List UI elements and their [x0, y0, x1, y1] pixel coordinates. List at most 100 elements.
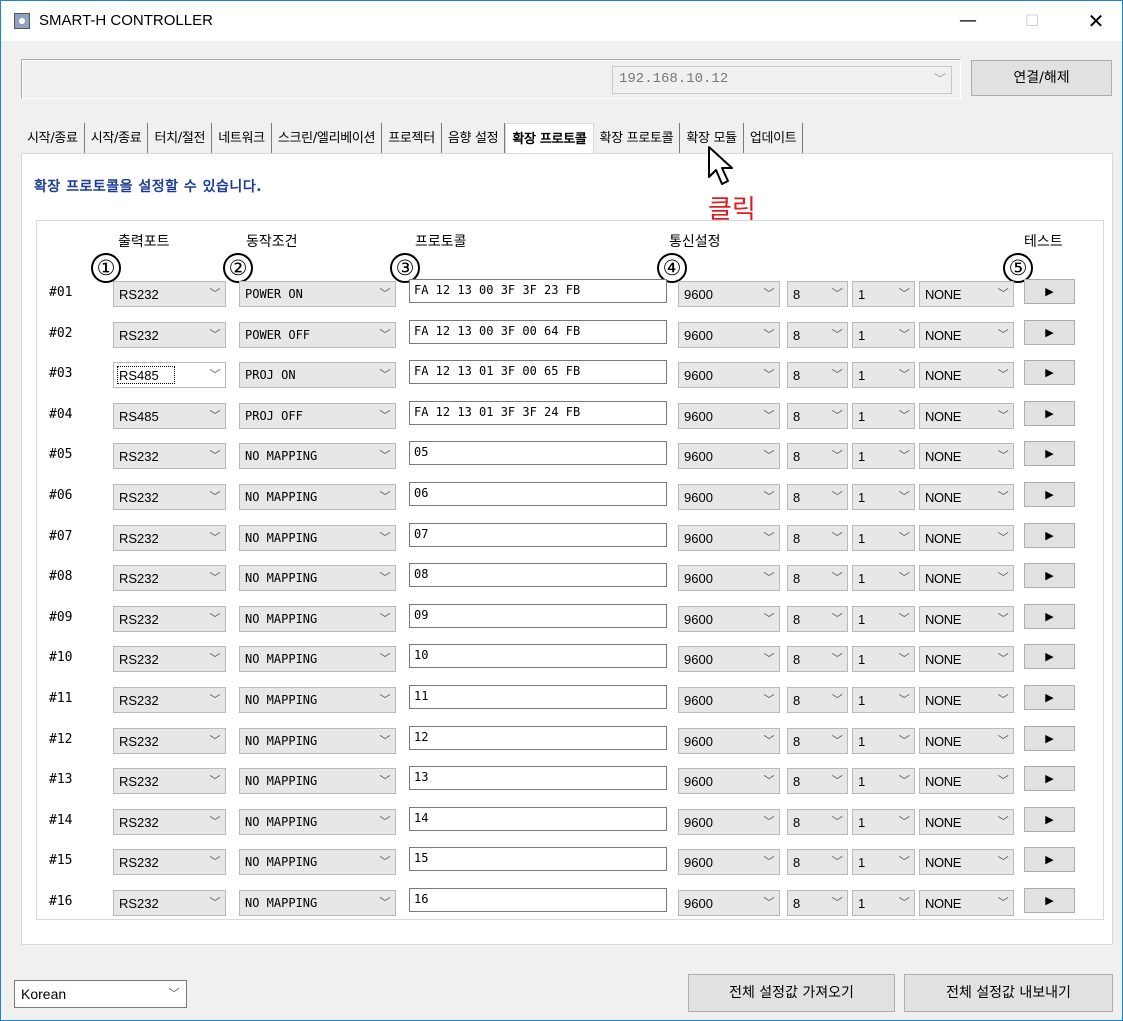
- test-button[interactable]: ▶: [1024, 279, 1075, 304]
- chevron-down-icon[interactable]: ﹀: [894, 729, 914, 753]
- baud-rate-select[interactable]: 9600 ﹀: [678, 443, 780, 469]
- chevron-down-icon[interactable]: ﹀: [993, 891, 1013, 915]
- chevron-down-icon[interactable]: ﹀: [993, 729, 1013, 753]
- output-port-select[interactable]: RS232 ﹀: [113, 606, 226, 632]
- chevron-down-icon[interactable]: ﹀: [205, 891, 225, 915]
- chevron-down-icon[interactable]: ﹀: [827, 891, 847, 915]
- chevron-down-icon[interactable]: ﹀: [827, 485, 847, 509]
- parity-select[interactable]: NONE ﹀: [919, 606, 1014, 632]
- data-bits-select[interactable]: 8 ﹀: [787, 281, 848, 307]
- baud-rate-select[interactable]: 9600 ﹀: [678, 362, 780, 388]
- tab-3[interactable]: 터치/절전: [148, 123, 213, 153]
- baud-rate-select[interactable]: 9600 ﹀: [678, 890, 780, 916]
- data-bits-select[interactable]: 8 ﹀: [787, 768, 848, 794]
- chevron-down-icon[interactable]: ﹀: [759, 282, 779, 306]
- condition-select[interactable]: NO MAPPING ﹀: [239, 809, 396, 835]
- export-all-settings-button[interactable]: 전체 설정값 내보내기: [904, 974, 1113, 1012]
- test-button[interactable]: ▶: [1024, 523, 1075, 548]
- parity-select[interactable]: NONE ﹀: [919, 443, 1014, 469]
- chevron-down-icon[interactable]: ﹀: [894, 526, 914, 550]
- chevron-down-icon[interactable]: ﹀: [205, 323, 225, 347]
- chevron-down-icon[interactable]: ﹀: [375, 282, 395, 306]
- chevron-down-icon[interactable]: ﹀: [894, 688, 914, 712]
- stop-bits-select[interactable]: 1 ﹀: [852, 728, 915, 754]
- chevron-down-icon[interactable]: ﹀: [375, 688, 395, 712]
- baud-rate-select[interactable]: 9600 ﹀: [678, 281, 780, 307]
- tab-5[interactable]: 스크린/엘리베이션: [272, 123, 383, 153]
- output-port-select[interactable]: RS232 ﹀: [113, 281, 226, 307]
- chevron-down-icon[interactable]: ﹀: [759, 404, 779, 428]
- chevron-down-icon[interactable]: ﹀: [894, 404, 914, 428]
- test-button[interactable]: ▶: [1024, 888, 1075, 913]
- baud-rate-select[interactable]: 9600 ﹀: [678, 728, 780, 754]
- baud-rate-select[interactable]: 9600 ﹀: [678, 565, 780, 591]
- data-bits-select[interactable]: 8 ﹀: [787, 728, 848, 754]
- chevron-down-icon[interactable]: ﹀: [993, 485, 1013, 509]
- baud-rate-select[interactable]: 9600 ﹀: [678, 606, 780, 632]
- parity-select[interactable]: NONE ﹀: [919, 890, 1014, 916]
- chevron-down-icon[interactable]: ﹀: [759, 566, 779, 590]
- condition-select[interactable]: NO MAPPING ﹀: [239, 890, 396, 916]
- chevron-down-icon[interactable]: ﹀: [375, 810, 395, 834]
- baud-rate-select[interactable]: 9600 ﹀: [678, 322, 780, 348]
- parity-select[interactable]: NONE ﹀: [919, 484, 1014, 510]
- protocol-input[interactable]: FA 12 13 01 3F 00 65 FB: [409, 360, 667, 384]
- test-button[interactable]: ▶: [1024, 401, 1075, 426]
- parity-select[interactable]: NONE ﹀: [919, 403, 1014, 429]
- chevron-down-icon[interactable]: ﹀: [827, 810, 847, 834]
- baud-rate-select[interactable]: 9600 ﹀: [678, 768, 780, 794]
- chevron-down-icon[interactable]: ﹀: [993, 769, 1013, 793]
- minimize-button[interactable]: —: [945, 1, 991, 41]
- stop-bits-select[interactable]: 1 ﹀: [852, 362, 915, 388]
- chevron-down-icon[interactable]: ﹀: [827, 566, 847, 590]
- stop-bits-select[interactable]: 1 ﹀: [852, 768, 915, 794]
- parity-select[interactable]: NONE ﹀: [919, 687, 1014, 713]
- parity-select[interactable]: NONE ﹀: [919, 281, 1014, 307]
- data-bits-select[interactable]: 8 ﹀: [787, 687, 848, 713]
- chevron-down-icon[interactable]: ﹀: [759, 526, 779, 550]
- chevron-down-icon[interactable]: ﹀: [375, 850, 395, 874]
- tab-9[interactable]: 확장 프로토콜: [594, 123, 681, 153]
- protocol-input[interactable]: 16: [409, 888, 667, 912]
- condition-select[interactable]: NO MAPPING ﹀: [239, 728, 396, 754]
- test-button[interactable]: ▶: [1024, 685, 1075, 710]
- data-bits-select[interactable]: 8 ﹀: [787, 525, 848, 551]
- parity-select[interactable]: NONE ﹀: [919, 728, 1014, 754]
- output-port-select[interactable]: RS232 ﹀: [113, 728, 226, 754]
- chevron-down-icon[interactable]: ﹀: [993, 850, 1013, 874]
- condition-select[interactable]: NO MAPPING ﹀: [239, 565, 396, 591]
- tab-6[interactable]: 프로젝터: [382, 123, 442, 153]
- test-button[interactable]: ▶: [1024, 847, 1075, 872]
- chevron-down-icon[interactable]: ﹀: [205, 282, 225, 306]
- output-port-select[interactable]: RS232 ﹀: [113, 809, 226, 835]
- baud-rate-select[interactable]: 9600 ﹀: [678, 849, 780, 875]
- tab-4[interactable]: 네트워크: [212, 123, 272, 153]
- condition-select[interactable]: PROJ OFF ﹀: [239, 403, 396, 429]
- chevron-down-icon[interactable]: ﹀: [894, 323, 914, 347]
- data-bits-select[interactable]: 8 ﹀: [787, 322, 848, 348]
- output-port-select[interactable]: RS232 ﹀: [113, 525, 226, 551]
- tab-2[interactable]: 시작/종료: [85, 123, 149, 153]
- protocol-input[interactable]: 07: [409, 523, 667, 547]
- data-bits-select[interactable]: 8 ﹀: [787, 484, 848, 510]
- condition-select[interactable]: POWER OFF ﹀: [239, 322, 396, 348]
- output-port-select[interactable]: RS232 ﹀: [113, 849, 226, 875]
- output-port-select[interactable]: RS232 ﹀: [113, 890, 226, 916]
- stop-bits-select[interactable]: 1 ﹀: [852, 403, 915, 429]
- chevron-down-icon[interactable]: ﹀: [375, 769, 395, 793]
- test-button[interactable]: ▶: [1024, 766, 1075, 791]
- protocol-input[interactable]: 12: [409, 726, 667, 750]
- data-bits-select[interactable]: 8 ﹀: [787, 809, 848, 835]
- data-bits-select[interactable]: 8 ﹀: [787, 443, 848, 469]
- chevron-down-icon[interactable]: ﹀: [894, 485, 914, 509]
- chevron-down-icon[interactable]: ﹀: [205, 688, 225, 712]
- chevron-down-icon[interactable]: ﹀: [827, 363, 847, 387]
- chevron-down-icon[interactable]: ﹀: [375, 729, 395, 753]
- protocol-input[interactable]: 08: [409, 563, 667, 587]
- data-bits-select[interactable]: 8 ﹀: [787, 403, 848, 429]
- chevron-down-icon[interactable]: ﹀: [827, 526, 847, 550]
- chevron-down-icon[interactable]: ﹀: [894, 769, 914, 793]
- parity-select[interactable]: NONE ﹀: [919, 525, 1014, 551]
- chevron-down-icon[interactable]: ﹀: [205, 769, 225, 793]
- stop-bits-select[interactable]: 1 ﹀: [852, 484, 915, 510]
